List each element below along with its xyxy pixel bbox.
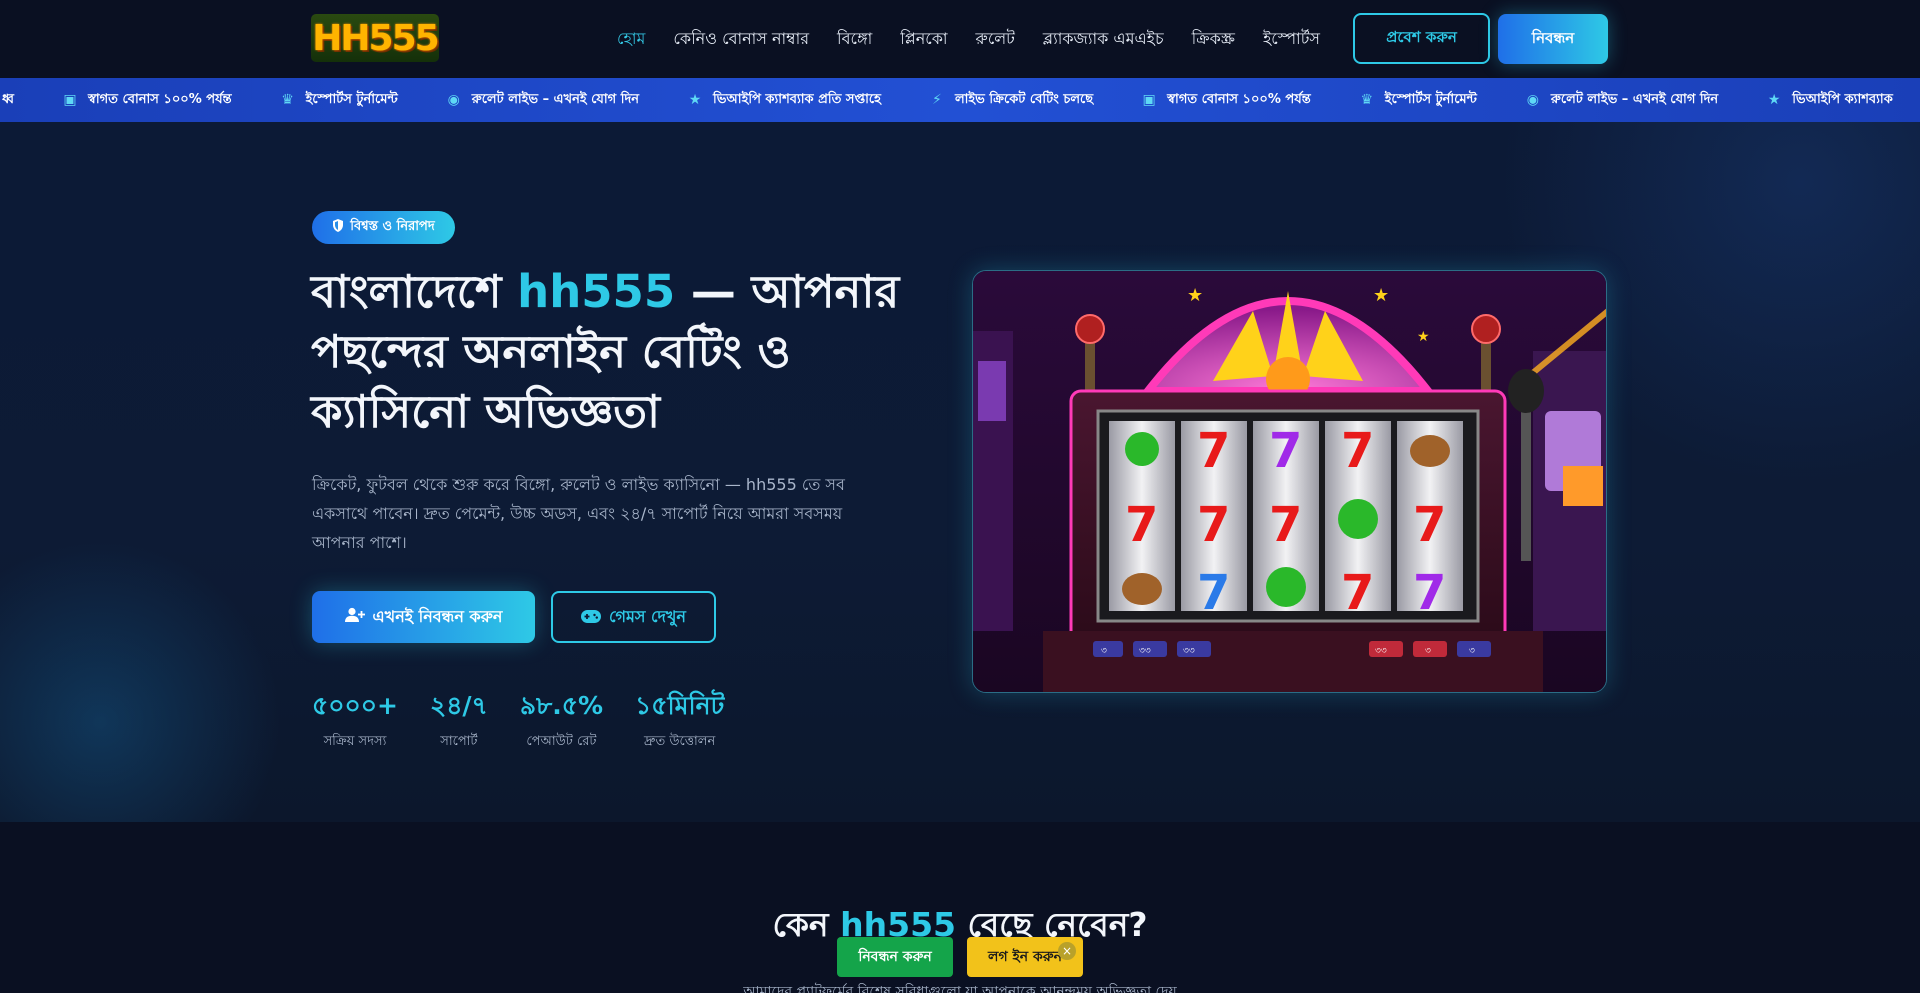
star-icon: ★ [1767, 92, 1781, 108]
register-button[interactable]: নিবন্ধন [1498, 14, 1608, 64]
close-icon[interactable]: × [1058, 942, 1076, 960]
svg-text:7: 7 [1125, 497, 1158, 553]
star-icon: ★ [688, 92, 702, 108]
stat-label: দ্রুত উত্তোলন [644, 734, 716, 749]
ticker-text: লাইভ ক্রিকেট বেটিং চলছে [954, 91, 1094, 107]
trophy-icon: ♛ [281, 92, 294, 108]
svg-text:7: 7 [1269, 423, 1302, 479]
slot-button-label: ৩ [1425, 646, 1431, 656]
floating-register-button[interactable]: নিবন্ধন করুন [837, 937, 953, 977]
hero-title-pre: বাংলাদেশে [311, 265, 518, 318]
ticker-item: ★ ভিআইপি ক্যাশব্যাক প্রতি সপ্তাহে [687, 90, 881, 111]
ticker-item: ▣ স্বাগত বোনাস ১০০% পর্যন্ত [1141, 90, 1311, 111]
why-title: কেন hh555 বেছে নেবেন? [0, 899, 1920, 955]
stat-support: ২৪/৭ সাপোর্ট [430, 690, 488, 753]
ticker-item: ♛ ইস্পোর্টস টুর্নামেন্ট [1359, 90, 1477, 111]
shield-icon [332, 219, 344, 236]
nav-item-roulette[interactable]: রুলেট [976, 26, 1015, 53]
stat-members: ৫০০০+ সক্রিয় সদস্য [312, 690, 398, 753]
stat-value: ২৪/৭ [429, 691, 488, 720]
stat-value: ১৫মিনিট [635, 691, 725, 720]
stat-label: সাপোর্ট [440, 734, 478, 749]
register-now-button[interactable]: এখনই নিবন্ধন করুন [312, 591, 535, 643]
view-games-button[interactable]: গেমস দেখুন [551, 591, 716, 643]
main-nav: হোম কেনিও বোনাস নাম্বার বিঙ্গো প্লিনকো র… [617, 24, 1320, 54]
nav-item-cricket[interactable]: ক্রিকস্ক্র [1192, 26, 1235, 53]
svg-text:7: 7 [1413, 497, 1446, 553]
stat-label: পেআউট রেট [526, 734, 597, 749]
hero-stats: ৫০০০+ সক্রিয় সদস্য ২৪/৭ সাপোর্ট ৯৮.৫% প… [312, 690, 724, 753]
fire-icon: ◉ [1526, 92, 1539, 108]
why-title-pre: কেন [772, 905, 841, 944]
ticker-text: রুলেট লাইভ – এখনই যোগ দিন [471, 91, 640, 107]
ticker-text: ইস্পোর্টস টুর্নামেন্ট [305, 91, 398, 107]
trophy-icon: ♛ [1360, 92, 1373, 108]
slot-button-label: ৩ [1101, 646, 1107, 656]
gift-icon: ▣ [63, 92, 77, 108]
stat-label: সক্রিয় সদস্য [323, 734, 387, 749]
svg-text:7: 7 [1197, 423, 1230, 479]
hero-description: ক্রিকেট, ফুটবল থেকে শুরু করে বিঙ্গো, রুল… [312, 475, 845, 552]
svg-text:★: ★ [1187, 285, 1203, 306]
fire-icon: ◉ [447, 92, 460, 108]
why-subtitle: আমাদের প্ল্যাটফর্মের বিশেষ সুবিধাগুলো যা… [743, 984, 1177, 993]
announcement-ticker: ⚡ধ্ব▣স্বাগত বোনাস ১০০% পর্যন্ত♛ইস্পোর্টস… [0, 78, 1920, 122]
hero-title: বাংলাদেশে hh555 — আপনার পছন্দের অনলাইন ব… [311, 262, 931, 442]
ticker-text: রুলেট লাইভ – এখনই যোগ দিন [1550, 91, 1719, 107]
slot-machine-illustration: ★ ★ ★ 7 7 7 7 7 7 7 7 7 7 ৩ ৩৩ ৩৩ ৩৩ ৩ ৩ [973, 271, 1606, 692]
gift-icon: ▣ [1142, 92, 1156, 108]
stat-value: ৫০০০+ [312, 691, 398, 720]
nav-item-home[interactable]: হোম [617, 26, 645, 53]
svg-text:★: ★ [1373, 285, 1389, 306]
ticker-item: ♛ ইস্পোর্টস টুর্নামেন্ট [280, 90, 398, 111]
svg-text:7: 7 [1269, 497, 1302, 553]
ticker-track: ⚡ধ্ব▣স্বাগত বোনাস ১০০% পর্যন্ত♛ইস্পোর্টস… [0, 78, 1893, 122]
svg-text:★: ★ [1417, 329, 1430, 345]
trust-badge: বিশ্বস্ত ও নিরাপদ [312, 211, 455, 244]
nav-item-blackjack[interactable]: ব্ল্যাকজ্যাক এমএইচ [1043, 26, 1164, 53]
trust-badge-label: বিশ্বস্ত ও নিরাপদ [350, 219, 435, 234]
user-plus-icon [344, 607, 365, 627]
ticker-text: ভিআইপি ক্যাশব্যাক [1792, 91, 1893, 107]
svg-text:7: 7 [1197, 565, 1230, 621]
slot-button-label: ৩৩ [1139, 646, 1151, 656]
ticker-item: ★ ভিআইপি ক্যাশব্যাক [1766, 90, 1893, 111]
ticker-text: ইস্পোর্টস টুর্নামেন্ট [1384, 91, 1477, 107]
ticker-item: ⚡ লাইভ ক্রিকেট বেটিং চলছে [929, 90, 1093, 111]
view-games-label: গেমস দেখুন [609, 606, 686, 626]
nav-item-esports[interactable]: ইস্পোর্টস [1263, 26, 1320, 53]
slot-button-label: ৩৩ [1183, 646, 1195, 656]
ticker-item: ▣ স্বাগত বোনাস ১০০% পর্যন্ত [62, 90, 232, 111]
slot-button-label: ৩৩ [1375, 646, 1387, 656]
login-button[interactable]: প্রবেশ করুন [1353, 13, 1490, 64]
stat-payout: ৯৮.৫% পেআউট রেট [520, 690, 603, 753]
slot-machine-image: ★ ★ ★ 7 7 7 7 7 7 7 7 7 7 ৩ ৩৩ ৩৩ ৩৩ ৩ ৩ [972, 270, 1607, 693]
svg-text:7: 7 [1341, 423, 1374, 479]
hero-section [0, 122, 1920, 822]
svg-text:7: 7 [1341, 565, 1374, 621]
bolt-icon: ⚡ [932, 92, 942, 108]
ticker-text: স্বাগত বোনাস ১০০% পর্যন্ত [87, 91, 232, 107]
ticker-text: স্বাগত বোনাস ১০০% পর্যন্ত [1167, 91, 1311, 107]
ticker-item: ◉ রুলেট লাইভ – এখনই যোগ দিন [446, 90, 639, 111]
ticker-text: ভিআইপি ক্যাশব্যাক প্রতি সপ্তাহে [713, 91, 881, 107]
register-now-label: এখনই নিবন্ধন করুন [372, 606, 503, 626]
hero-title-brand: hh555 [517, 265, 676, 318]
site-header: HH555 হোম কেনিও বোনাস নাম্বার বিঙ্গো প্ল… [0, 0, 1920, 78]
stat-value: ৯৮.৫% [519, 691, 604, 720]
svg-text:7: 7 [1197, 497, 1230, 553]
gamepad-icon [581, 608, 602, 627]
ticker-item: ⚡ধ্ব [0, 90, 14, 111]
stat-withdrawal: ১৫মিনিট দ্রুত উত্তোলন [635, 690, 724, 753]
slot-button-label: ৩ [1469, 646, 1475, 656]
ticker-text: ধ্ব [2, 91, 14, 107]
ticker-item: ◉ রুলেট লাইভ – এখনই যোগ দিন [1525, 90, 1718, 111]
site-logo[interactable]: HH555 [311, 14, 440, 62]
svg-text:7: 7 [1413, 565, 1446, 621]
nav-item-bingo[interactable]: বিঙ্গো [837, 26, 872, 53]
nav-item-keno[interactable]: কেনিও বোনাস নাম্বার [673, 26, 809, 53]
nav-item-plinko[interactable]: প্লিনকো [900, 26, 947, 53]
